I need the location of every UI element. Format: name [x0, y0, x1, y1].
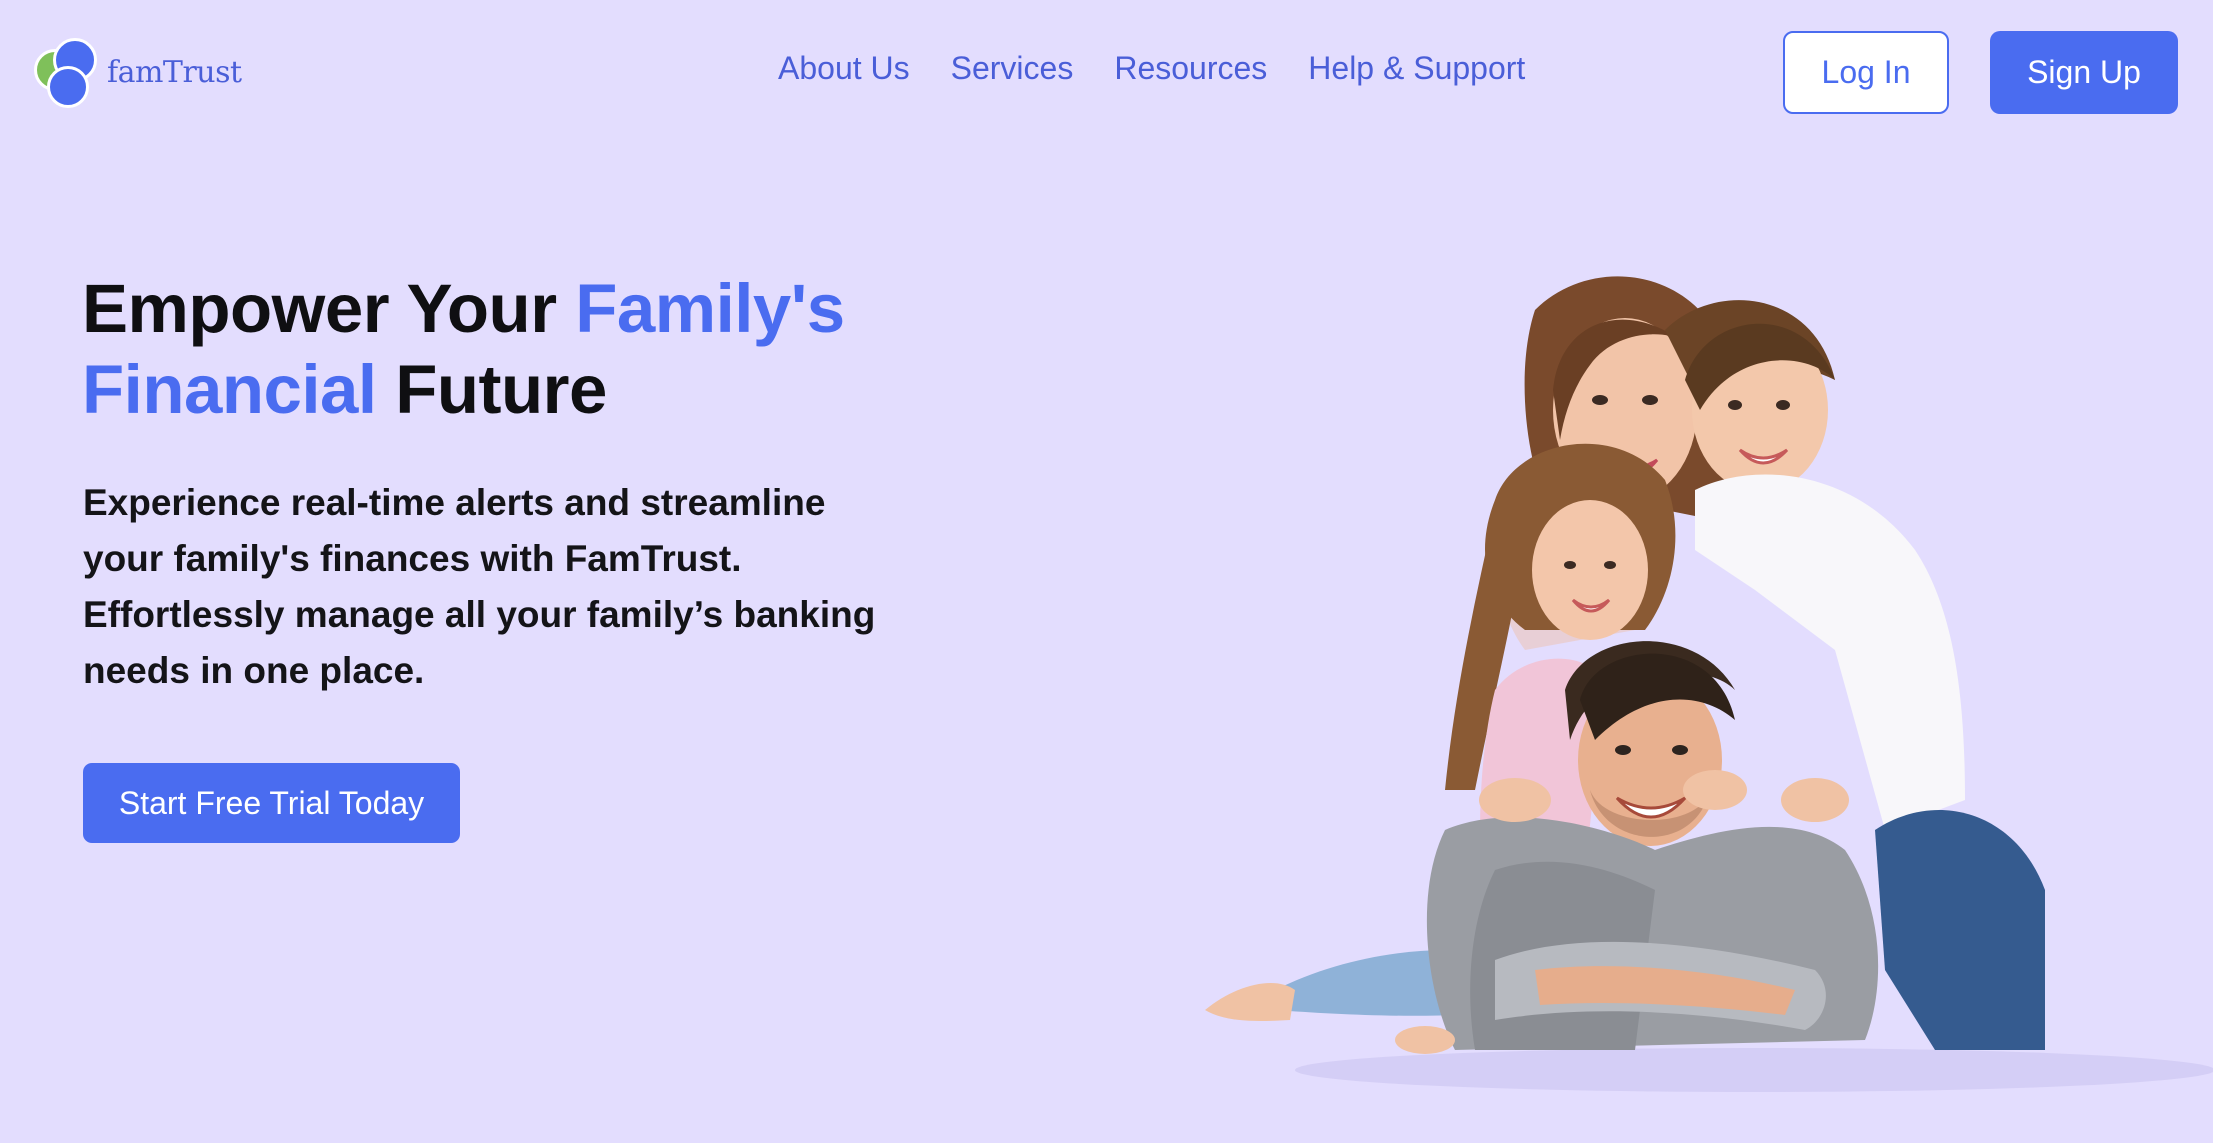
hero-title: Empower Your Family's Financial Future — [82, 268, 845, 430]
hero-title-part2: Future — [376, 351, 607, 428]
logo-icon — [33, 38, 101, 108]
family-photo — [1195, 270, 2213, 1100]
nav-item-about-us[interactable]: About Us — [778, 50, 910, 87]
start-free-trial-button[interactable]: Start Free Trial Today — [83, 763, 460, 843]
logo-link[interactable]: famTrust — [33, 38, 242, 108]
hero-title-accent2: Financial — [82, 351, 377, 428]
nav-item-resources[interactable]: Resources — [1114, 50, 1267, 87]
nav-item-help-support[interactable]: Help & Support — [1308, 50, 1525, 87]
nav-item-services[interactable]: Services — [951, 50, 1074, 87]
logo-wordmark: famTrust — [107, 54, 242, 90]
hero-description: Experience real-time alerts and streamli… — [83, 482, 876, 691]
signup-button[interactable]: Sign Up — [1990, 31, 2178, 114]
main-nav: About Us Services Resources Help & Suppo… — [778, 50, 1525, 87]
login-button[interactable]: Log In — [1783, 31, 1949, 114]
hero-title-accent1: Family's — [575, 270, 845, 347]
hero-title-part1: Empower Your — [82, 270, 576, 347]
